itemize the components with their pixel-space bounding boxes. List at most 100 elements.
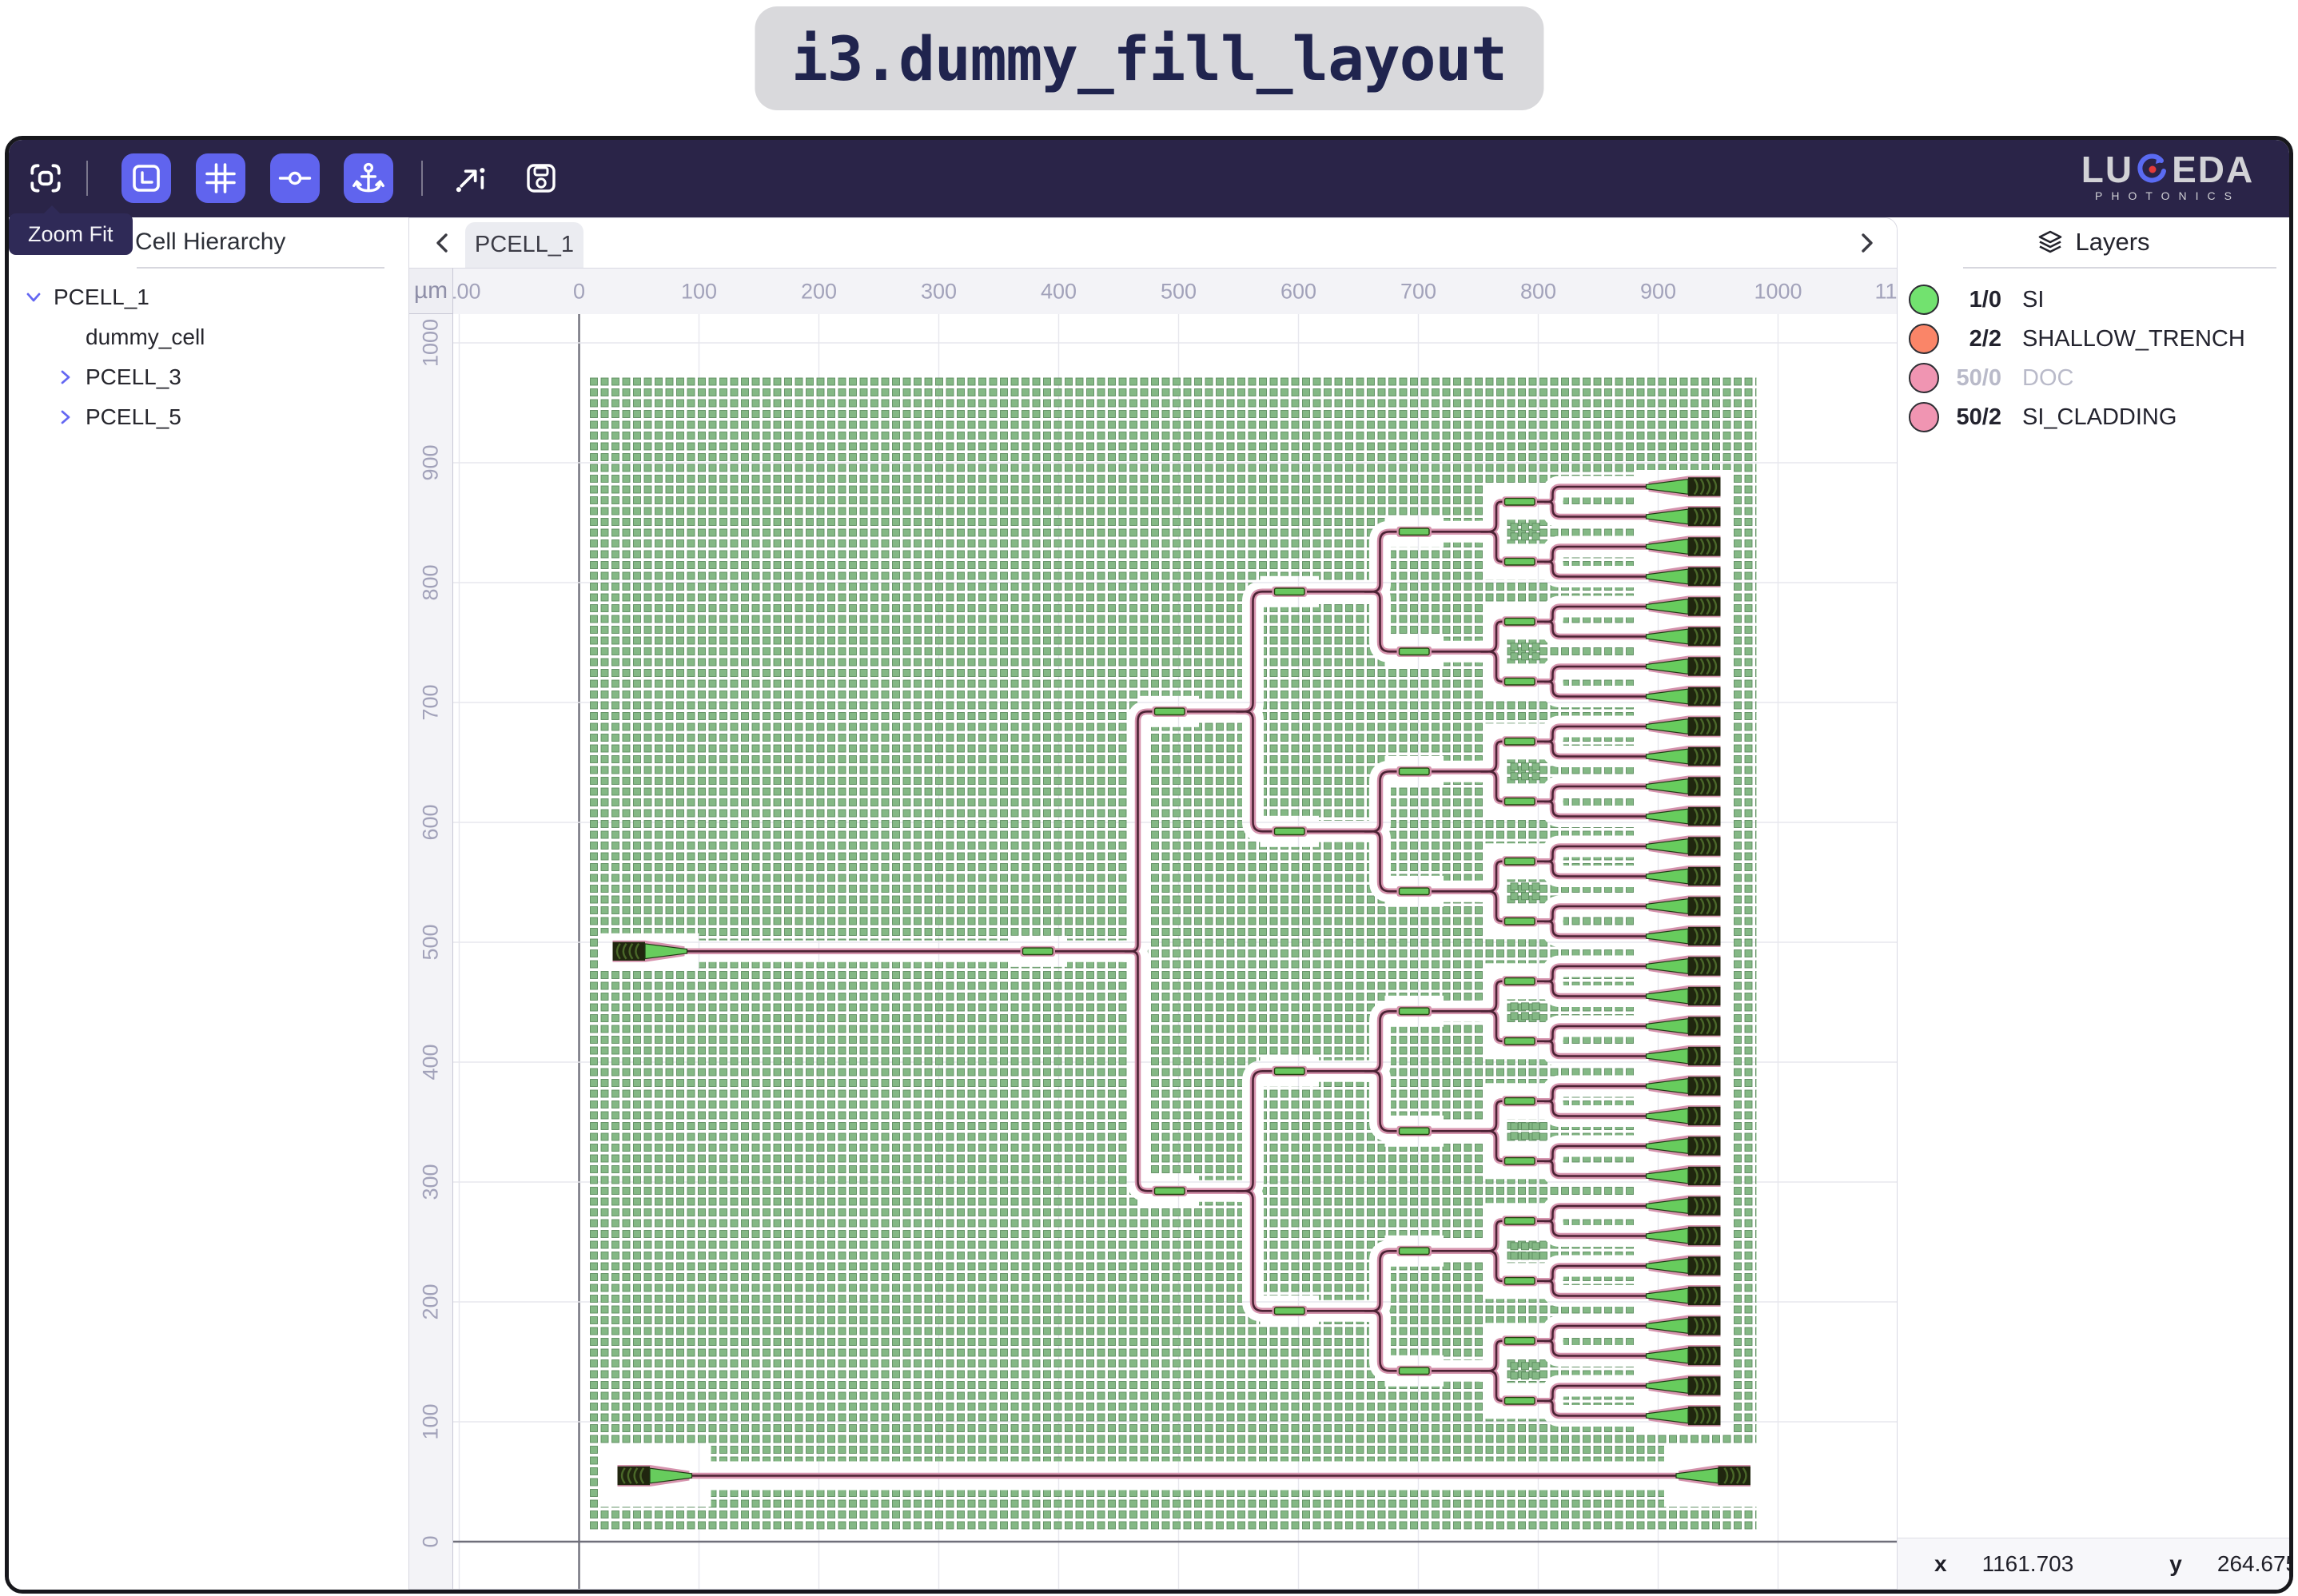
layers-header: Layers	[1898, 217, 2289, 267]
layer-color-swatch[interactable]	[1909, 363, 1939, 393]
status-y-value: 264.675	[2217, 1551, 2293, 1577]
chevron-down-icon[interactable]	[23, 287, 44, 308]
brand-text-right: EDA	[2172, 151, 2254, 188]
page-title: i3.dummy_fill_layout	[755, 6, 1543, 110]
zoom-fit-tooltip: Zoom Fit	[9, 213, 133, 255]
brand-subtitle: PHOTONICS	[2064, 189, 2272, 202]
tab-bar: PCELL_1	[409, 218, 1897, 268]
ruler-tick-x: 400	[1041, 280, 1077, 304]
export-button[interactable]	[450, 159, 488, 197]
ruler-tick-y: 300	[419, 1164, 444, 1200]
ruler-tick-y: 500	[419, 924, 444, 960]
anchor-icon	[350, 160, 387, 197]
ruler-tick-x: 1000	[1754, 280, 1802, 304]
ruler-tick-y: 700	[419, 684, 444, 720]
tab-pcell-1[interactable]: PCELL_1	[465, 222, 583, 268]
tooltip-caret	[42, 205, 62, 215]
layer-gds-number: 50/0	[1946, 365, 2001, 392]
cell-outline-button[interactable]	[121, 153, 171, 203]
layer-color-swatch[interactable]	[1909, 402, 1939, 432]
layer-name: SHALLOW_TRENCH	[2022, 326, 2245, 352]
brand-text-left: LU	[2081, 151, 2133, 188]
status-y-label: y	[2169, 1551, 2182, 1577]
ruler-tick-y: 0	[419, 1535, 444, 1547]
ruler-tick-x: 600	[1280, 280, 1316, 304]
layer-name: SI	[2022, 287, 2044, 313]
cell-hierarchy-panel: Cell Hierarchy PCELL_1 dummy_cell PCELL_3…	[9, 217, 408, 1590]
layers-panel: Layers 1/0 SI 2/2 SHALLOW_TRENCH 50/0 DOC 50/2…	[1898, 217, 2289, 1590]
export-icon	[450, 159, 488, 197]
layer-row-si[interactable]: 1/0 SI	[1898, 281, 2289, 319]
zoom-fit-icon	[27, 160, 64, 197]
status-x-value: 1161.703	[1982, 1551, 2074, 1577]
tree-item-label: PCELL_3	[86, 364, 181, 390]
toolbar-separator	[86, 161, 88, 196]
ruler-tick-x: 900	[1640, 280, 1676, 304]
ruler-tick-y: 600	[419, 804, 444, 840]
save-icon	[524, 161, 559, 196]
zoom-fit-button[interactable]	[26, 159, 65, 197]
luceda-logo: LU EDA PHOTONICS	[2064, 151, 2272, 202]
layers-title: Layers	[2075, 228, 2149, 257]
ruler-tick-y: 800	[419, 564, 444, 600]
tree-item-label: PCELL_1	[54, 285, 149, 310]
ruler-tick-y: 400	[419, 1044, 444, 1080]
layer-name: SI_CLADDING	[2022, 404, 2177, 431]
anchor-button[interactable]	[344, 153, 393, 203]
cell-outline-icon	[129, 161, 164, 196]
toolbar: LU EDA PHOTONICS	[9, 140, 2289, 217]
ruler-tick-x: -100	[453, 280, 481, 304]
ruler-tick-y: 200	[419, 1284, 444, 1319]
tree-item-pcell_3[interactable]: PCELL_3	[55, 360, 181, 395]
grid-button[interactable]	[196, 153, 245, 203]
ruler-tick-x: 700	[1400, 280, 1436, 304]
toolbar-separator	[421, 161, 423, 196]
ruler-tick-x: 0	[573, 280, 585, 304]
tabs-scroll-right-icon[interactable]	[1854, 230, 1879, 256]
ruler-tick-x: 800	[1520, 280, 1556, 304]
layer-gds-number: 1/0	[1946, 287, 2001, 313]
ports-button[interactable]	[270, 153, 320, 203]
tree-item-pcell_1[interactable]: PCELL_1	[23, 280, 149, 315]
horizontal-ruler: -100 0 100 200 300 400 500 600 700 800 900 1000 1100	[453, 268, 1897, 316]
layer-color-swatch[interactable]	[1909, 324, 1939, 354]
layer-gds-number: 2/2	[1946, 326, 2001, 352]
layer-row-shallow_trench[interactable]: 2/2 SHALLOW_TRENCH	[1898, 320, 2289, 358]
divider	[137, 267, 384, 269]
chevron-right-icon[interactable]	[55, 407, 76, 428]
grid-icon	[203, 161, 238, 196]
tree-item-dummy_cell[interactable]: dummy_cell	[55, 320, 205, 355]
tree-item-label: PCELL_5	[86, 404, 181, 430]
ruler-tick-y: 100	[419, 1403, 444, 1439]
save-button[interactable]	[522, 159, 560, 197]
tree-item-pcell_5[interactable]: PCELL_5	[55, 400, 181, 435]
layer-gds-number: 50/2	[1946, 404, 2001, 431]
layer-row-si_cladding[interactable]: 50/2 SI_CLADDING	[1898, 398, 2289, 436]
ruler-tick-x: 500	[1161, 280, 1197, 304]
layer-color-swatch[interactable]	[1909, 285, 1939, 315]
ruler-tick-x: 200	[801, 280, 837, 304]
ruler-unit: µm	[409, 268, 453, 314]
status-x-label: x	[1934, 1551, 1947, 1577]
ports-icon	[277, 161, 313, 196]
ruler-tick-x: 1100	[1874, 280, 1897, 304]
gds-layout-drawing	[453, 314, 1897, 1589]
layer-name: DOC	[2022, 365, 2073, 392]
ruler-tick-x: 100	[681, 280, 717, 304]
tree-item-label: dummy_cell	[86, 324, 205, 350]
cursor-status-bar: x 1161.703 y 264.675	[1898, 1538, 2289, 1590]
layers-icon	[2037, 229, 2064, 256]
app-window: LU EDA PHOTONICS	[5, 136, 2293, 1594]
ruler-tick-y: 900	[419, 444, 444, 480]
layer-row-doc[interactable]: 50/0 DOC	[1898, 359, 2289, 397]
divider	[1963, 267, 2276, 269]
tabs-scroll-left-icon[interactable]	[430, 230, 456, 256]
vertical-ruler: 0 100 200 300 400 500 600 700 800 900 1000	[409, 314, 453, 1589]
cell-hierarchy-header: Cell Hierarchy	[135, 217, 285, 267]
ruler-tick-y: 1000	[419, 319, 444, 367]
ruler-tick-x: 300	[921, 280, 957, 304]
chevron-right-icon[interactable]	[55, 367, 76, 388]
layout-view-panel: PCELL_1 µm -100 0 100 200 300 400 500 600 700 800…	[408, 217, 1898, 1590]
brand-c-icon	[2135, 152, 2170, 187]
layout-canvas[interactable]	[453, 314, 1897, 1589]
